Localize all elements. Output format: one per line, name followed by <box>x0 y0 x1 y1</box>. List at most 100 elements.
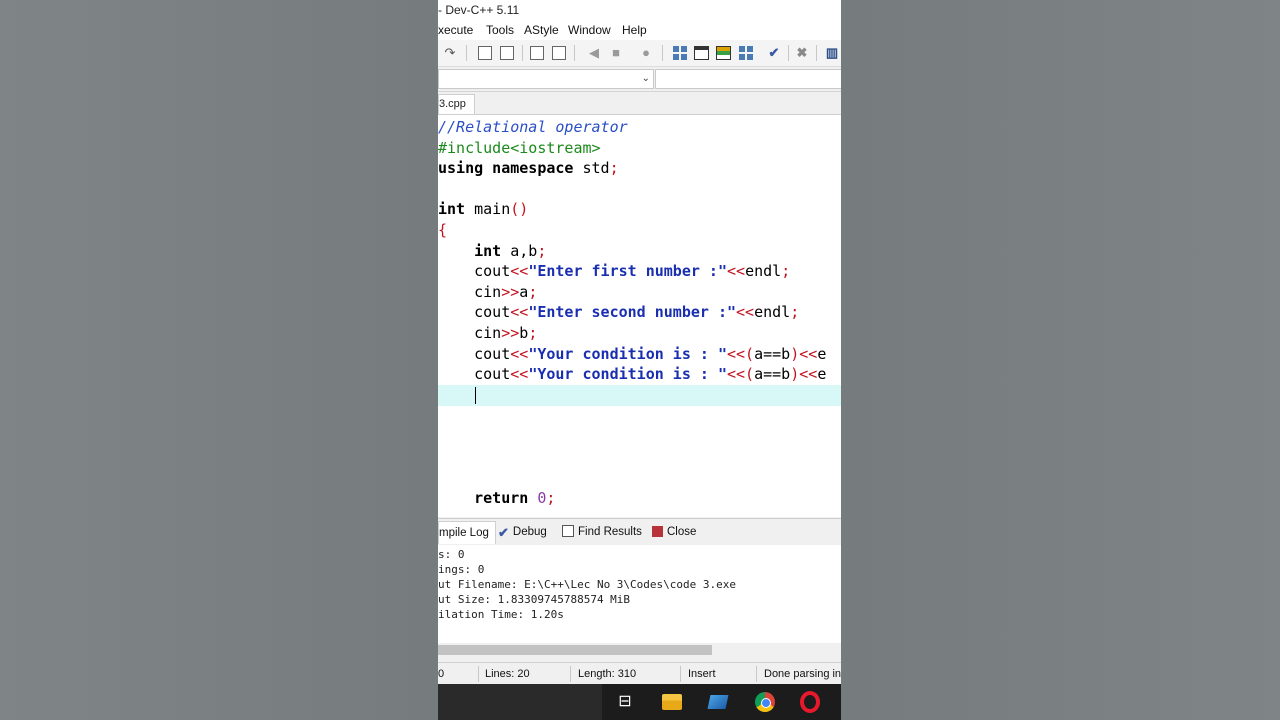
log-line: ut Filename: E:\C++\Lec No 3\Codes\code … <box>438 578 737 591</box>
code-line: cin>>a; <box>438 282 537 303</box>
code-line: cout<<"Your condition is : "<<(a==b)<<e <box>438 364 826 385</box>
menu-execute[interactable]: xecute <box>438 23 473 37</box>
code-identifier: b <box>519 324 529 342</box>
check-syntax-icon[interactable]: ✔ <box>766 45 782 61</box>
code-keyword: return <box>474 489 529 507</box>
redo-icon[interactable]: ↷ <box>442 45 458 61</box>
code-identifier: cin <box>474 282 502 301</box>
close-file-icon[interactable]: ✖ <box>794 45 810 61</box>
compile-icon[interactable]: ● <box>638 45 654 61</box>
status-length: Length: 310 <box>578 668 637 680</box>
code-identifier: cout <box>474 303 511 322</box>
find-icon[interactable] <box>478 46 492 60</box>
close-button[interactable]: Close <box>652 523 696 541</box>
tab-find-results-label: Find Results <box>578 526 642 538</box>
background-left <box>0 0 438 720</box>
window-icon[interactable] <box>694 46 709 60</box>
chart-icon[interactable]: ▥ <box>824 45 840 61</box>
status-divider <box>570 666 571 682</box>
code-identifier: cout <box>474 262 511 281</box>
code-operator: << <box>510 303 529 322</box>
toolbar-separator <box>788 45 789 61</box>
menu-window[interactable]: Window <box>568 23 611 37</box>
code-line: cout<<"Enter second number :"<<endl; <box>438 302 799 323</box>
menu-tools[interactable]: Tools <box>486 23 514 37</box>
windows-taskbar: ⊟ <box>438 684 841 720</box>
scrollbar-thumb[interactable] <box>438 645 712 655</box>
project-window-icon[interactable] <box>716 46 731 60</box>
opera-icon[interactable] <box>800 691 820 713</box>
devcpp-taskbar-icon[interactable] <box>707 695 729 709</box>
bookmark-prev-icon[interactable]: ◀ <box>586 45 602 61</box>
code-line: using namespace std; <box>438 158 619 179</box>
tab-debug[interactable]: ✔ Debug <box>498 523 547 541</box>
code-operator: <<( <box>727 365 755 384</box>
compiler-select-row: ⌄ <box>438 67 841 92</box>
tab-find-results[interactable]: Find Results <box>562 523 642 541</box>
menu-bar: xecute Tools AStyle Window Help <box>438 20 841 40</box>
devcpp-window: - Dev-C++ 5.11 xecute Tools AStyle Windo… <box>438 0 841 720</box>
tab-compile-log[interactable]: mpile Log <box>438 521 496 544</box>
code-identifier: cin <box>474 324 502 342</box>
chevron-down-icon: ⌄ <box>641 73 650 84</box>
code-string: "Your condition is : " <box>528 365 727 384</box>
toolbar-separator <box>816 45 817 61</box>
log-line: ilation Time: 1.20s <box>438 608 564 621</box>
file-explorer-icon[interactable] <box>662 694 682 710</box>
code-line: #include<iostream> <box>438 138 601 159</box>
code-identifier: a==b <box>754 365 791 384</box>
check-icon: ✔ <box>498 525 509 540</box>
bookmark-next-icon[interactable]: ■ <box>608 45 624 61</box>
close-label: Close <box>667 526 697 538</box>
code-parens: () <box>510 200 529 219</box>
menu-help[interactable]: Help <box>622 23 647 37</box>
tab-debug-label: Debug <box>512 526 547 538</box>
code-string: "Enter first number :" <box>528 262 727 281</box>
code-line: cout<<"Your condition is : "<<(a==b)<<e <box>438 344 826 365</box>
code-operator: <<( <box>727 344 755 363</box>
indent-icon[interactable] <box>552 46 566 60</box>
code-semicolon: ; <box>528 282 538 301</box>
code-line: //Relational operator <box>438 117 628 138</box>
code-semicolon: ; <box>546 489 556 507</box>
code-identifier: a <box>519 282 529 301</box>
code-semicolon: ; <box>537 241 547 260</box>
code-keyword: int <box>438 200 466 219</box>
menu-astyle[interactable]: AStyle <box>524 23 559 37</box>
close-icon <box>652 526 663 537</box>
code-line: int main() <box>438 199 528 220</box>
code-keyword: using namespace <box>438 159 574 178</box>
code-line: cout<<"Enter first number :"<<endl; <box>438 261 790 282</box>
code-identifier: endl <box>745 262 782 281</box>
code-line: { <box>438 220 447 241</box>
log-horizontal-scrollbar[interactable] <box>438 643 841 657</box>
status-lines: Lines: 20 <box>485 668 530 680</box>
editor-tab-file[interactable]: 3.cpp <box>438 94 475 114</box>
code-semicolon: ; <box>790 303 800 322</box>
compiler-select[interactable]: ⌄ <box>438 69 654 89</box>
replace-icon[interactable] <box>500 46 514 60</box>
task-view-icon[interactable]: ⊟ <box>615 692 635 712</box>
status-insert-mode: Insert <box>688 668 716 680</box>
tile-windows-icon[interactable] <box>672 45 688 61</box>
code-identifier: cout <box>474 344 511 363</box>
code-identifier: cout <box>474 365 511 384</box>
status-divider <box>478 666 479 682</box>
status-bar: 0 Lines: 20 Length: 310 Insert Done pars… <box>438 662 841 685</box>
current-line-highlight <box>438 385 841 406</box>
toolbar-separator <box>522 45 523 61</box>
goto-line-icon[interactable] <box>530 46 544 60</box>
chrome-icon-center <box>761 698 771 708</box>
function-select[interactable] <box>655 69 841 89</box>
code-editor[interactable]: //Relational operator #include<iostream>… <box>438 115 841 517</box>
taskbar-search-area[interactable] <box>438 684 602 720</box>
status-divider <box>680 666 681 682</box>
status-divider <box>756 666 757 682</box>
toolbar-separator <box>574 45 575 61</box>
chrome-icon[interactable] <box>755 692 775 712</box>
status-column: 0 <box>438 668 445 680</box>
toolbar: ↷ ◀ ■ ● ✔ ✖ ▥ <box>438 40 841 67</box>
window-title-text: - Dev-C++ 5.11 <box>438 3 520 17</box>
code-string: "Your condition is : " <box>528 344 727 363</box>
class-browser-icon[interactable] <box>738 45 754 61</box>
